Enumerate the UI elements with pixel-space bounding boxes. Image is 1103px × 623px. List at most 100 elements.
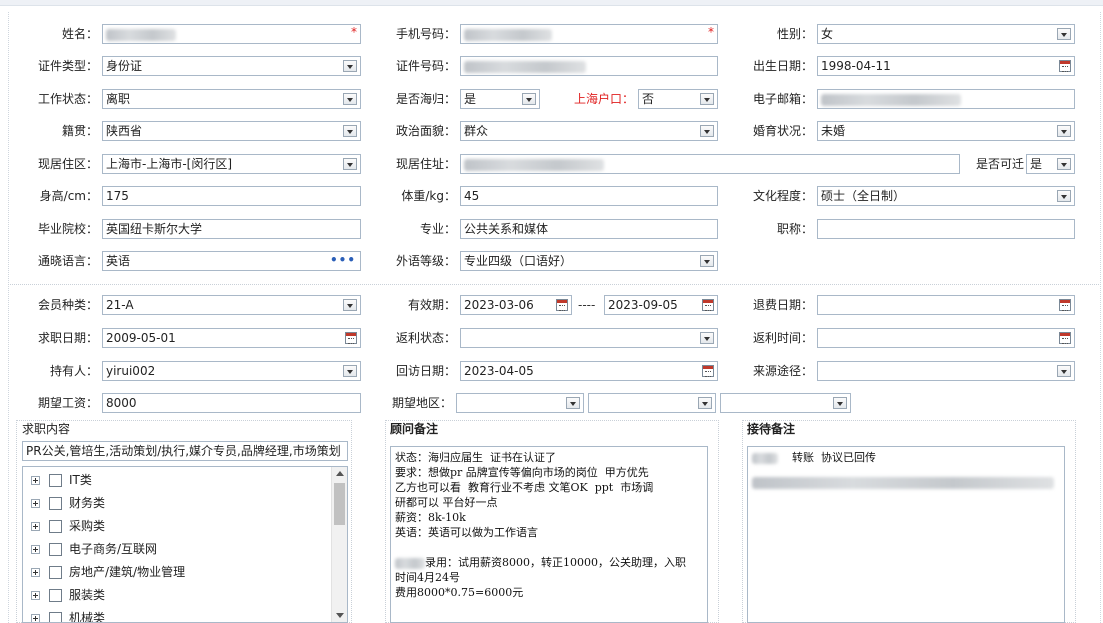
- chevron-down-icon[interactable]: [343, 125, 357, 137]
- calendar-icon[interactable]: [1059, 60, 1071, 72]
- tree-scrollbar[interactable]: [331, 467, 347, 622]
- name-label: 姓名：: [61, 27, 98, 41]
- scroll-up-icon[interactable]: [336, 471, 344, 476]
- political-status-select[interactable]: 群众: [460, 121, 718, 141]
- chevron-down-icon[interactable]: [698, 397, 712, 409]
- scroll-thumb[interactable]: [334, 483, 345, 525]
- expected-region-province-select[interactable]: [456, 393, 584, 413]
- id-number-input[interactable]: [460, 56, 718, 76]
- chevron-down-icon[interactable]: [522, 93, 536, 105]
- source-select[interactable]: [817, 361, 1075, 381]
- chevron-down-icon[interactable]: [833, 397, 847, 409]
- expected-region-city-select[interactable]: [588, 393, 716, 413]
- holder-select[interactable]: yirui002: [102, 361, 361, 381]
- validity-end-input[interactable]: 2023-09-05: [604, 295, 718, 315]
- validity-start-input[interactable]: 2023-03-06: [460, 295, 572, 315]
- category-checkbox[interactable]: [49, 612, 62, 622]
- note-line-with-redaction: 转账 协议已回传: [752, 450, 1060, 465]
- major-input[interactable]: 公共关系和媒体: [460, 219, 718, 239]
- returnee-select[interactable]: 是: [460, 89, 540, 109]
- job-seek-date-input[interactable]: 2009-05-01: [102, 328, 361, 348]
- chevron-down-icon[interactable]: [566, 397, 580, 409]
- language-level-label: 外语等级：: [395, 254, 456, 268]
- calendar-icon[interactable]: [1059, 332, 1071, 344]
- refund-date-input[interactable]: [817, 295, 1075, 315]
- category-checkbox[interactable]: [49, 497, 62, 510]
- expand-plus-icon[interactable]: [31, 522, 40, 531]
- consultant-notes-textarea[interactable]: 状态：海归应届生 证书在认证了 要求：想做pr 品牌宣传等偏向市场的岗位 甲方优…: [390, 446, 708, 623]
- calendar-icon[interactable]: [702, 299, 714, 311]
- expand-plus-icon[interactable]: [31, 591, 40, 600]
- member-type-select[interactable]: 21-A: [102, 295, 361, 315]
- expected-salary-input[interactable]: 8000: [102, 393, 361, 413]
- rebate-status-select[interactable]: [460, 328, 718, 348]
- required-asterisk: *: [351, 25, 357, 39]
- marital-status-select[interactable]: 未婚: [817, 121, 1075, 141]
- chevron-down-icon[interactable]: [1057, 125, 1071, 137]
- chevron-down-icon[interactable]: [343, 93, 357, 105]
- calendar-icon[interactable]: [556, 299, 568, 311]
- calendar-icon[interactable]: [345, 332, 357, 344]
- expand-plus-icon[interactable]: [31, 499, 40, 508]
- language-label: 通晓语言：: [37, 254, 98, 268]
- email-input[interactable]: [817, 89, 1075, 109]
- email-label: 电子邮箱：: [752, 92, 813, 106]
- category-checkbox[interactable]: [49, 543, 62, 556]
- height-input[interactable]: 175: [102, 186, 361, 206]
- shanghai-hukou-select[interactable]: 否: [638, 89, 718, 109]
- rebate-time-input[interactable]: [817, 328, 1075, 348]
- chevron-down-icon[interactable]: [700, 93, 714, 105]
- language-input[interactable]: 英语 •••: [102, 251, 361, 271]
- gender-select[interactable]: 女: [817, 24, 1075, 44]
- expand-plus-icon[interactable]: [31, 476, 40, 485]
- note-line-with-redaction: 录用：试用薪资8000，转正10000，公关助理，入职: [395, 555, 703, 570]
- name-input[interactable]: *: [102, 24, 361, 44]
- calendar-icon[interactable]: [702, 365, 714, 377]
- education-label: 文化程度：: [752, 189, 813, 203]
- chevron-down-icon[interactable]: [700, 125, 714, 137]
- work-status-select[interactable]: 离职: [102, 89, 361, 109]
- category-checkbox[interactable]: [49, 566, 62, 579]
- chevron-down-icon[interactable]: [700, 332, 714, 344]
- education-select[interactable]: 硕士（全日制）: [817, 186, 1075, 206]
- followup-date-input[interactable]: 2023-04-05: [460, 361, 718, 381]
- weight-input[interactable]: 45: [460, 186, 718, 206]
- expand-plus-icon[interactable]: [31, 568, 40, 577]
- chevron-down-icon[interactable]: [1057, 190, 1071, 202]
- chevron-down-icon[interactable]: [343, 365, 357, 377]
- phone-input[interactable]: *: [460, 24, 718, 44]
- current-area-select[interactable]: 上海市-上海市-[闵行区]: [102, 154, 361, 174]
- chevron-down-icon[interactable]: [343, 60, 357, 72]
- chevron-down-icon[interactable]: [1057, 158, 1071, 170]
- category-checkbox[interactable]: [49, 589, 62, 602]
- job-seek-date-value: 2009-05-01: [106, 331, 176, 345]
- id-type-select[interactable]: 身份证: [102, 56, 361, 76]
- current-address-input[interactable]: [460, 154, 960, 174]
- scroll-down-icon[interactable]: [336, 613, 344, 618]
- more-options-icon[interactable]: •••: [330, 252, 356, 268]
- native-place-select[interactable]: 陕西省: [102, 121, 361, 141]
- expected-region-district-select[interactable]: [720, 393, 851, 413]
- job-intent-selected-field[interactable]: PR公关,管培生,活动策划/执行,媒介专员,品牌经理,市场策划: [22, 441, 348, 461]
- reception-notes-textarea[interactable]: 转账 协议已回传: [747, 446, 1065, 623]
- expand-plus-icon[interactable]: [31, 614, 40, 622]
- member-type-value: 21-A: [106, 298, 134, 312]
- school-input[interactable]: 英国纽卡斯尔大学: [102, 219, 361, 239]
- chevron-down-icon[interactable]: [343, 158, 357, 170]
- name-redacted: [752, 452, 778, 464]
- tree-item-label: 机械类: [69, 611, 106, 623]
- chevron-down-icon[interactable]: [1057, 365, 1071, 377]
- language-level-select[interactable]: 专业四级（口语好）: [460, 251, 718, 271]
- category-checkbox[interactable]: [49, 520, 62, 533]
- chevron-down-icon[interactable]: [700, 255, 714, 267]
- top-toolbar-strip: [0, 0, 1103, 6]
- id-number-value-redacted: [464, 60, 586, 73]
- calendar-icon[interactable]: [1059, 299, 1071, 311]
- expand-plus-icon[interactable]: [31, 545, 40, 554]
- birth-date-input[interactable]: 1998-04-11: [817, 56, 1075, 76]
- chevron-down-icon[interactable]: [1057, 28, 1071, 40]
- chevron-down-icon[interactable]: [343, 299, 357, 311]
- relocatable-select[interactable]: 是: [1026, 154, 1075, 174]
- professional-title-input[interactable]: [817, 219, 1075, 239]
- category-checkbox[interactable]: [49, 474, 62, 487]
